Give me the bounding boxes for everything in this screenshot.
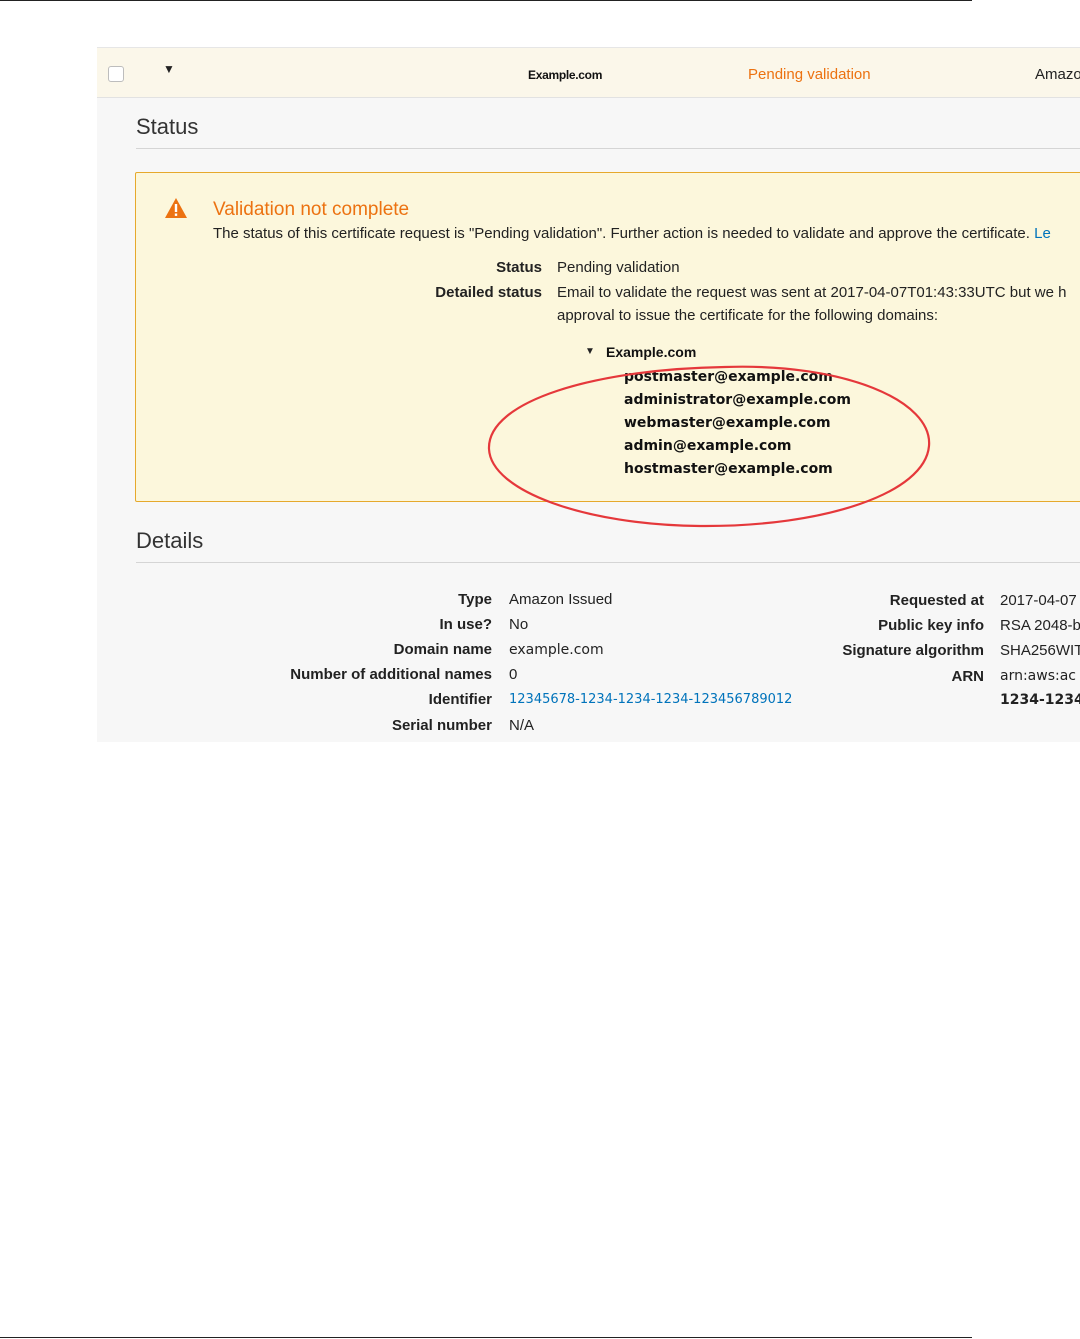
- detail-value-arn-line-2: 1234-1234-: [1000, 692, 1080, 708]
- detailed-status-line-2: approval to issue the certificate for th…: [557, 307, 939, 324]
- detail-label-in-use: In use?: [439, 616, 492, 633]
- details-section-title: Details: [136, 528, 204, 553]
- annotation-ellipse: [487, 365, 931, 528]
- detail-value-serial-number: N/A: [509, 717, 535, 734]
- detail-label-identifier: Identifier: [428, 691, 492, 708]
- detail-label-additional-names: Number of additional names: [290, 666, 492, 683]
- alert-message-text: The status of this certificate request i…: [213, 225, 1030, 242]
- detail-label-arn: ARN: [951, 668, 985, 685]
- detail-value-signature-algorithm: SHA256WIT: [1000, 642, 1080, 659]
- identifier-link[interactable]: 12345678-1234-1234-1234-123456789012: [509, 692, 792, 707]
- certificate-panel: ▼ Example.com Pending validation Amazo S…: [97, 47, 1080, 742]
- status-value: Pending validation: [557, 259, 680, 276]
- expand-caret-icon[interactable]: ▼: [163, 62, 175, 76]
- detail-value-additional-names: 0: [509, 666, 518, 683]
- tree-domain-name[interactable]: Example.com: [606, 344, 696, 360]
- detail-label-domain-name: Domain name: [393, 641, 492, 658]
- row-checkbox[interactable]: [108, 66, 124, 82]
- detail-value-requested-at: 2017-04-07: [1000, 592, 1077, 609]
- detailed-status-label: Detailed status: [435, 284, 542, 301]
- row-domain-name: Example.com: [528, 68, 603, 82]
- detail-label-requested-at: Requested at: [889, 592, 984, 609]
- detail-label-signature-algorithm: Signature algorithm: [842, 642, 984, 659]
- status-section-title: Status: [136, 114, 199, 139]
- row-status: Pending validation: [748, 66, 871, 83]
- detail-value-type: Amazon Issued: [509, 591, 613, 608]
- page-bottom-rule: [0, 1337, 972, 1338]
- certificate-row[interactable]: ▼ Example.com Pending validation Amazo: [97, 48, 1080, 98]
- detail-value-domain-name: example.com: [509, 642, 604, 658]
- alert-title: Validation not complete: [213, 199, 410, 220]
- detail-value-public-key-info: RSA 2048-b: [1000, 617, 1080, 634]
- warning-triangle-icon: [165, 198, 187, 218]
- detail-value-in-use: No: [509, 616, 529, 633]
- detail-label-public-key-info: Public key info: [878, 617, 984, 634]
- details-section-rule: [136, 562, 1080, 563]
- tree-caret-down-icon[interactable]: ▼: [585, 346, 595, 357]
- detail-value-arn-line-1: arn:aws:ac: [1000, 668, 1076, 684]
- detailed-status-line-1: Email to validate the request was sent a…: [557, 284, 1067, 301]
- learn-more-link[interactable]: Le: [1034, 225, 1051, 242]
- alert-message: The status of this certificate request i…: [213, 225, 1051, 242]
- status-section-rule: [136, 148, 1080, 149]
- status-label: Status: [496, 259, 542, 276]
- detail-label-type: Type: [458, 591, 492, 608]
- detail-label-serial-number: Serial number: [391, 717, 492, 734]
- row-type: Amazo: [1035, 66, 1080, 83]
- page-top-rule: [0, 0, 972, 1]
